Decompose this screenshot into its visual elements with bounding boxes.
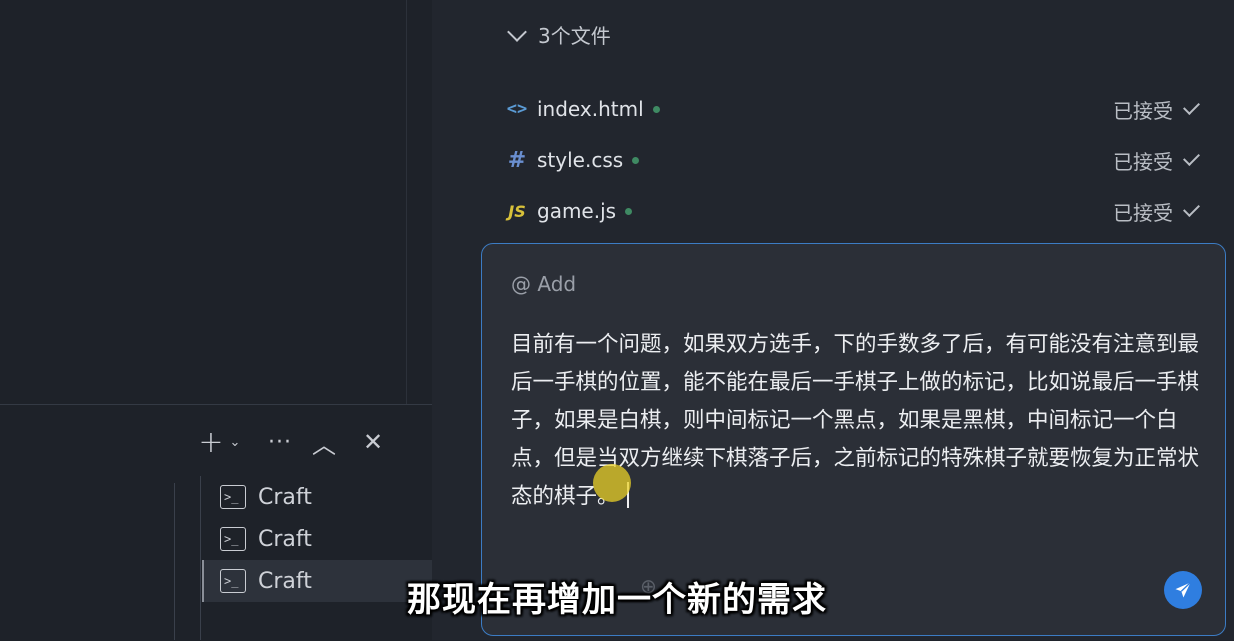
file-name: style.css <box>537 148 624 172</box>
js-file-icon: JS <box>508 201 526 221</box>
file-status: 已接受 <box>1113 95 1202 124</box>
status-dot <box>632 156 640 164</box>
status-dot <box>625 207 633 215</box>
check-icon <box>1183 199 1200 217</box>
chevron-down-icon <box>507 21 527 42</box>
more-actions-button[interactable]: ··· <box>262 427 298 457</box>
file-status: 已接受 <box>1113 197 1202 226</box>
accepted-label: 已接受 <box>1113 149 1173 174</box>
add-context-button[interactable]: @ Add <box>511 272 576 296</box>
file-row-index-html[interactable]: <> index.html 已接受 <box>506 91 1202 127</box>
terminal-icon: >_ <box>220 485 246 509</box>
files-group-toggle[interactable]: 3个文件 <box>506 20 611 49</box>
close-panel-button[interactable]: ✕ <box>360 427 386 457</box>
file-status: 已接受 <box>1113 146 1202 175</box>
file-name: game.js <box>537 199 617 223</box>
accepted-label: 已接受 <box>1113 200 1173 225</box>
files-group-title: 3个文件 <box>538 24 611 48</box>
accepted-label: 已接受 <box>1113 98 1173 123</box>
terminal-icon: >_ <box>220 527 246 551</box>
check-icon <box>1183 148 1200 166</box>
file-row-game-js[interactable]: JS game.js 已接受 <box>506 193 1202 229</box>
editor-divider <box>406 0 407 404</box>
terminal-item[interactable]: >_ Craft <box>202 476 432 518</box>
file-row-style-css[interactable]: # style.css 已接受 <box>506 142 1202 178</box>
file-name: index.html <box>537 97 644 121</box>
check-icon <box>1183 97 1200 115</box>
css-hash-icon: # <box>507 147 527 173</box>
html-code-icon: <> <box>506 99 528 119</box>
terminal-label: Craft <box>258 484 312 510</box>
terminal-toolbar: + ⌄ ··· ︿ ✕ <box>196 425 406 460</box>
terminal-item[interactable]: >_ Craft <box>202 518 432 560</box>
new-terminal-button[interactable]: + <box>196 425 226 460</box>
maximize-panel-button[interactable]: ︿ <box>312 427 336 459</box>
mouse-cursor-highlight <box>593 464 631 502</box>
terminal-label: Craft <box>258 526 312 552</box>
chevron-down-icon[interactable]: ⌄ <box>226 427 244 457</box>
status-dot <box>652 105 660 113</box>
video-subtitle: 那现在再增加一个新的需求 <box>407 580 827 620</box>
